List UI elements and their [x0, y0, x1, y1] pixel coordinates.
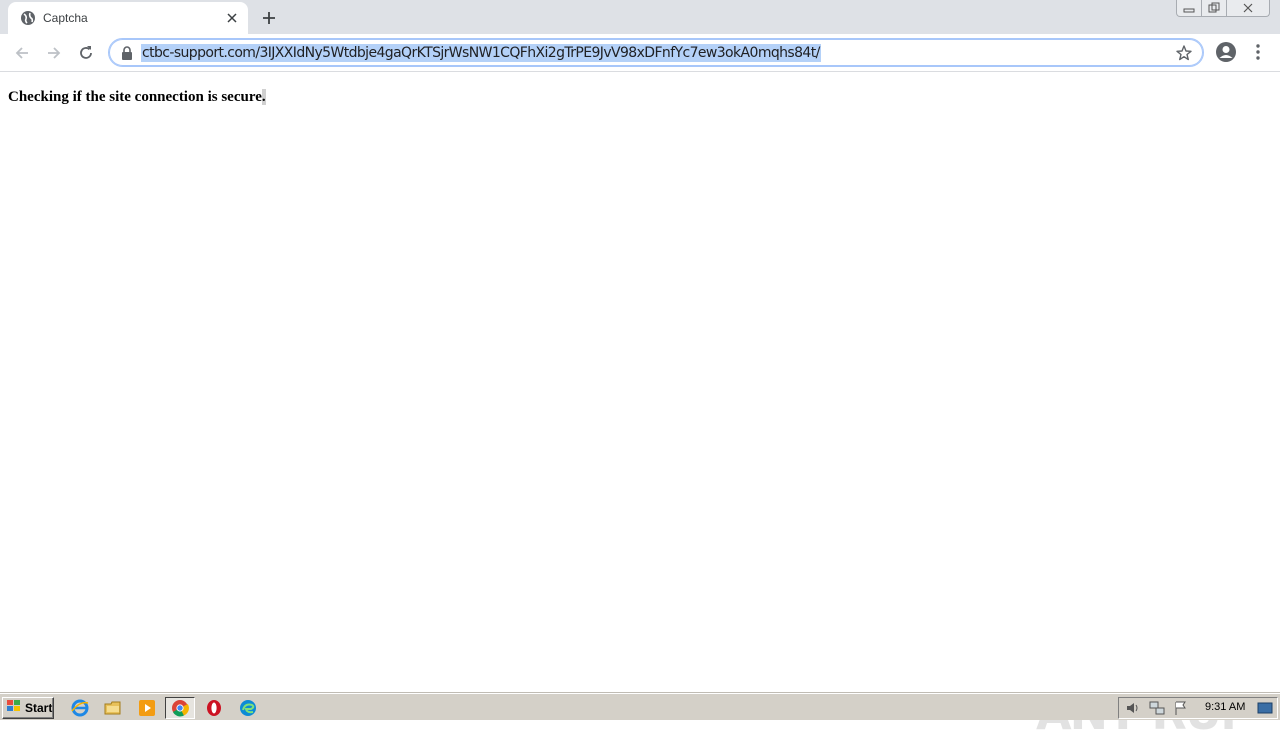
system-tray: 9:31 AM [1118, 697, 1278, 719]
browser-tab[interactable]: Captcha [8, 2, 248, 34]
reload-icon[interactable] [74, 41, 98, 65]
opera-icon[interactable] [204, 698, 224, 718]
folder-icon[interactable] [103, 698, 123, 718]
close-window-button[interactable] [1226, 0, 1270, 17]
taskbar: Start 9:31 AM [0, 693, 1280, 720]
chrome-icon[interactable] [165, 697, 195, 719]
network-icon[interactable] [1149, 700, 1165, 716]
page-message: Checking if the site connection is secur… [8, 89, 266, 106]
tab-strip: Captcha [0, 0, 1280, 34]
lock-icon[interactable] [121, 46, 133, 60]
page-message-text: Checking if the site connection is secur… [8, 89, 262, 105]
back-arrow-icon[interactable] [10, 41, 34, 65]
window-controls [1176, 0, 1270, 18]
globe-icon [20, 10, 36, 26]
kebab-menu-icon[interactable] [1252, 42, 1264, 62]
start-button[interactable]: Start [2, 697, 54, 719]
clock: 9:31 AM [1205, 701, 1246, 713]
page-content: Checking if the site connection is secur… [0, 73, 1280, 740]
close-tab-icon[interactable] [224, 10, 240, 26]
media-player-icon[interactable] [137, 698, 157, 718]
windows-logo-icon [6, 699, 22, 718]
url-text[interactable]: ctbc-support.com/3IJXXIdNy5Wtdbje4gaQrKT… [141, 44, 821, 62]
show-desktop-icon[interactable] [1257, 700, 1273, 716]
minimize-button[interactable] [1176, 0, 1202, 17]
flag-icon[interactable] [1173, 700, 1189, 716]
browser-toolbar: ctbc-support.com/3IJXXIdNy5Wtdbje4gaQrKT… [0, 34, 1280, 72]
internet-explorer-icon[interactable] [70, 698, 90, 718]
tab-title: Captcha [43, 11, 88, 25]
restore-button[interactable] [1201, 0, 1227, 17]
edge-icon[interactable] [238, 698, 258, 718]
forward-arrow-icon[interactable] [42, 41, 66, 65]
volume-icon[interactable] [1125, 700, 1141, 716]
star-icon[interactable] [1175, 44, 1193, 62]
selected-period: . [261, 89, 266, 105]
address-bar[interactable]: ctbc-support.com/3IJXXIdNy5Wtdbje4gaQrKT… [108, 38, 1204, 67]
new-tab-button[interactable] [258, 7, 280, 29]
start-label: Start [25, 701, 53, 715]
profile-icon[interactable] [1215, 41, 1237, 63]
